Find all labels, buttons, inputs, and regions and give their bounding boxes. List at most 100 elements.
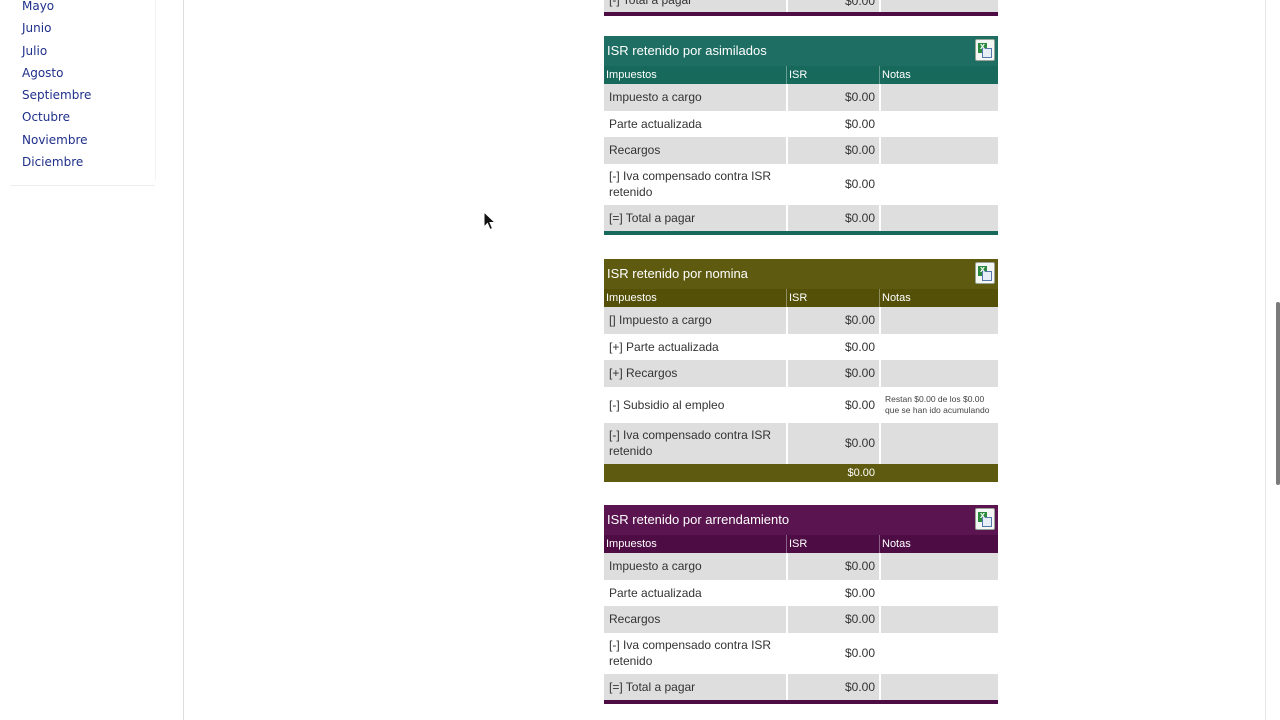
table-row: [-] Total a pagar $0.00 [604, 0, 998, 12]
row-isr-value: $0.00 [786, 307, 879, 334]
row-isr-value: $0.00 [786, 422, 879, 464]
row-label: Impuesto a cargo [609, 559, 702, 574]
table-header-row: Impuestos ISR Notas [604, 289, 998, 307]
row-notes [879, 204, 998, 231]
table-title-text: ISR retenido por arrendamiento [607, 512, 790, 527]
excel-export-icon[interactable] [975, 254, 995, 284]
row-label: Recargos [609, 143, 661, 158]
row-label: [-] Iva compensado contra ISR retenido [609, 169, 772, 199]
row-label: Recargos [609, 612, 661, 627]
table-row: [-] Iva compensado contra ISR retenido $… [604, 422, 998, 464]
row-label: [-] Iva compensado contra ISR retenido [609, 428, 772, 458]
table-isr-arrendamiento: ISR retenido por arrendamiento Impuestos… [604, 500, 998, 704]
sidebar-item-octubre[interactable]: Octubre [22, 106, 91, 128]
sidebar-item-septiembre[interactable]: Septiembre [22, 84, 91, 106]
month-list: Mayo Junio Julio Agosto Septiembre Octub… [22, 0, 91, 173]
column-header-notas: Notas [879, 66, 998, 84]
previous-table-partial: [-] Total a pagar $0.00 [604, 0, 998, 16]
table-row: Recargos $0.00 [604, 606, 998, 633]
sidebar-item-mayo[interactable]: Mayo [22, 0, 91, 17]
row-notes [879, 110, 998, 137]
table-row-total: [=] Total a pagar $0.00 [604, 673, 998, 700]
row-notes [879, 422, 998, 464]
column-header-isr: ISR [786, 289, 879, 307]
row-isr-value: $0.00 [786, 110, 879, 137]
row-isr-value: $0.00 [786, 163, 879, 205]
row-notes [879, 137, 998, 164]
sidebar-divider [10, 185, 155, 186]
row-notes [879, 553, 998, 580]
table-header-row: Impuestos ISR Notas [604, 535, 998, 553]
table-row: [-] Iva compensado contra ISR retenido $… [604, 632, 998, 674]
sidebar-item-noviembre[interactable]: Noviembre [22, 129, 91, 151]
table-row: [-] Subsidio al empleo $0.00 Restan $0.0… [604, 386, 998, 423]
row-label: Parte actualizada [609, 116, 702, 131]
content-left-border [183, 0, 184, 720]
table-row: Recargos $0.00 [604, 137, 998, 164]
table-bottom-bar [604, 231, 998, 235]
row-isr-value: $0.00 [786, 204, 879, 231]
mouse-pointer-icon [483, 211, 497, 231]
row-isr-value: $0.00 [786, 84, 879, 111]
sidebar-item-agosto[interactable]: Agosto [22, 62, 91, 84]
scrollbar-thumb[interactable] [1276, 302, 1280, 485]
row-label: [-] Subsidio al empleo [609, 397, 725, 412]
table-header-row: Impuestos ISR Notas [604, 66, 998, 84]
sidebar-item-junio[interactable]: Junio [22, 17, 91, 39]
row-label: [-] Iva compensado contra ISR retenido [609, 638, 772, 668]
sidebar-item-julio[interactable]: Julio [22, 40, 91, 62]
column-header-isr: ISR [786, 535, 879, 553]
table-row: [+] Parte actualizada $0.00 [604, 333, 998, 360]
row-isr-value: $0.00 [786, 360, 879, 387]
table-row: [-] Iva compensado contra ISR retenido $… [604, 163, 998, 205]
table-bottom-bar [604, 700, 998, 704]
row-isr-value: $0.00 [786, 606, 879, 633]
row-notes [879, 84, 998, 111]
column-header-isr: ISR [786, 66, 879, 84]
table-row: [] Impuesto a cargo $0.00 [604, 307, 998, 334]
row-label: [-] Total a pagar [609, 0, 693, 7]
row-isr-value: $0.00 [786, 137, 879, 164]
sidebar: Mayo Junio Julio Agosto Septiembre Octub… [0, 0, 160, 720]
row-isr-value: $0.00 [786, 553, 879, 580]
table-total-bar: $0.00 [604, 463, 998, 482]
table-title-text: ISR retenido por asimilados [607, 43, 767, 58]
total-value: $0.00 [847, 466, 875, 479]
sidebar-item-diciembre[interactable]: Diciembre [22, 151, 91, 173]
row-label: [=] Total a pagar [609, 210, 696, 225]
row-notes [879, 360, 998, 387]
row-notes [879, 606, 998, 633]
row-isr-value: $0.00 [786, 0, 879, 12]
table-title: ISR retenido por nomina [604, 254, 998, 289]
column-header-impuestos: Impuestos [606, 69, 657, 81]
row-notes [879, 632, 998, 674]
sidebar-edge [155, 0, 156, 180]
row-label: [] Impuesto a cargo [609, 313, 712, 328]
table-isr-asimilados: ISR retenido por asimilados Impuestos IS… [604, 31, 998, 235]
table-row: Impuesto a cargo $0.00 [604, 553, 998, 580]
column-header-notas: Notas [879, 535, 998, 553]
row-notes [879, 307, 998, 334]
row-notes [879, 333, 998, 360]
excel-export-icon[interactable] [975, 31, 995, 61]
table-title: ISR retenido por arrendamiento [604, 500, 998, 535]
table-title: ISR retenido por asimilados [604, 31, 998, 66]
column-header-impuestos: Impuestos [606, 292, 657, 304]
row-isr-value: $0.00 [786, 579, 879, 606]
row-isr-value: $0.00 [786, 333, 879, 360]
row-isr-value: $0.00 [786, 632, 879, 674]
table-row: Parte actualizada $0.00 [604, 579, 998, 606]
row-notes [879, 673, 998, 700]
column-header-impuestos: Impuestos [606, 538, 657, 550]
row-notes [879, 579, 998, 606]
table-row: Impuesto a cargo $0.00 [604, 84, 998, 111]
table-row-total: [=] Total a pagar $0.00 [604, 204, 998, 231]
row-notes [879, 163, 998, 205]
excel-export-icon[interactable] [975, 500, 995, 530]
row-label: Parte actualizada [609, 585, 702, 600]
table-row: [+] Recargos $0.00 [604, 360, 998, 387]
row-notes [879, 0, 998, 12]
column-header-notas: Notas [879, 289, 998, 307]
row-isr-value: $0.00 [786, 386, 879, 423]
row-label: [+] Parte actualizada [609, 339, 719, 354]
